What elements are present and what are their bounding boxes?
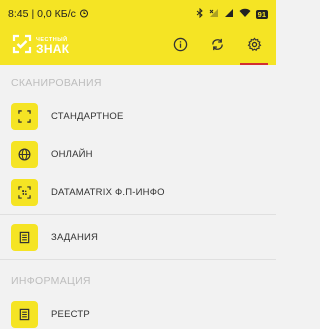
- section-header-scanning: СКАНИРОВАНИЯ: [11, 77, 102, 89]
- menu-item-standard[interactable]: СТАНДАРТНОЕ: [0, 97, 276, 135]
- section-divider: [0, 259, 276, 260]
- status-right: 91: [196, 7, 268, 21]
- status-left: 8:45 | 0,0 КБ/с: [8, 8, 89, 21]
- logo-text: ЧЕСТНЫЙ ЗНАК: [36, 37, 70, 57]
- wifi-icon: [239, 8, 251, 21]
- alarm-icon: [79, 8, 89, 21]
- info-button[interactable]: [170, 37, 190, 57]
- signal-icon: [224, 8, 234, 21]
- sync-icon: [210, 37, 225, 57]
- main-menu: СКАНИРОВАНИЯ СТАНДАРТНОЕ ОНЛАЙН DATAMATR…: [0, 65, 276, 329]
- globe-icon: [11, 140, 38, 168]
- bluetooth-icon: [196, 7, 204, 21]
- scan-frame-icon: [11, 102, 38, 130]
- menu-item-label: РЕЕСТР: [51, 308, 90, 320]
- menu-item-label: ЗАДАНИЯ: [51, 231, 99, 243]
- status-time: 8:45: [8, 8, 29, 20]
- battery-indicator: 91: [255, 9, 268, 19]
- section-header-info: ИНФОРМАЦИЯ: [11, 275, 91, 287]
- settings-icon: [247, 36, 262, 57]
- section-divider: [0, 214, 276, 215]
- signal-x-icon: [209, 8, 219, 21]
- menu-item-registry[interactable]: РЕЕСТР: [0, 295, 276, 329]
- settings-button[interactable]: [240, 36, 268, 65]
- app-logo: ЧЕСТНЫЙ ЗНАК: [12, 34, 69, 59]
- datamatrix-scan-icon: [11, 178, 38, 206]
- app-bar: ЧЕСТНЫЙ ЗНАК: [0, 28, 276, 65]
- logo-big-text: ЗНАК: [36, 42, 70, 57]
- menu-item-tasks[interactable]: ЗАДАНИЯ: [0, 218, 276, 256]
- menu-item-label: ОНЛАЙН: [51, 148, 93, 160]
- logo-check-icon: [12, 34, 32, 59]
- menu-item-label: DATAMATRIX Ф.П-ИНФО: [51, 186, 165, 198]
- menu-item-datamatrix[interactable]: DATAMATRIX Ф.П-ИНФО: [0, 173, 276, 211]
- status-bar: 8:45 | 0,0 КБ/с 91: [0, 0, 276, 28]
- menu-item-online[interactable]: ОНЛАЙН: [0, 135, 276, 173]
- sync-button[interactable]: [207, 37, 227, 57]
- network-speed: 0,0 КБ/с: [37, 8, 76, 20]
- document-icon: [11, 223, 38, 251]
- menu-item-label: СТАНДАРТНОЕ: [51, 110, 124, 122]
- app-bar-actions: [170, 36, 268, 65]
- info-icon: [173, 37, 188, 57]
- status-separator: |: [31, 8, 35, 20]
- document-icon: [11, 300, 38, 328]
